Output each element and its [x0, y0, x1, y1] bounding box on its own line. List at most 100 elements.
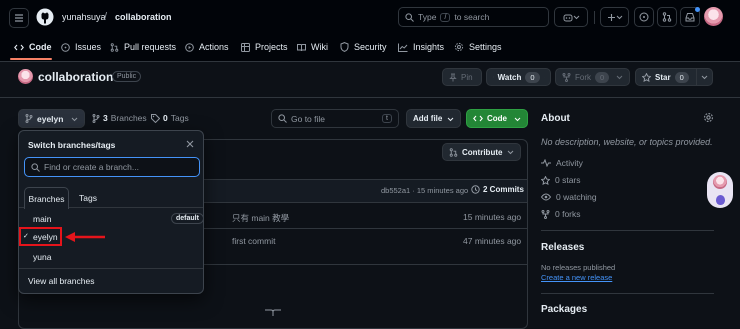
table-icon [241, 43, 250, 52]
sidebar-divider [541, 230, 714, 231]
search-icon [405, 13, 414, 22]
copilot-button[interactable] [554, 7, 588, 27]
chevron-down-icon [616, 74, 623, 80]
tab-tags[interactable]: Tags [79, 193, 97, 203]
tab-wiki[interactable]: Wiki [297, 38, 328, 56]
git-branch-icon [92, 114, 100, 123]
tab-security[interactable]: Security [340, 38, 387, 56]
repo-forked-icon [562, 73, 571, 82]
star-button[interactable]: Star 0 [635, 68, 713, 86]
add-file-label: Add file [413, 114, 442, 123]
pin-icon [449, 73, 457, 82]
header-divider [594, 11, 595, 24]
close-icon[interactable] [186, 140, 194, 148]
tab-branches-label: Branches [29, 194, 65, 204]
watch-button[interactable]: Watch 0 [486, 68, 551, 86]
notifications-button[interactable] [680, 7, 700, 27]
code-button[interactable]: Code [466, 109, 528, 128]
file-commit-age: 47 minutes ago [463, 236, 521, 246]
create-release-link[interactable]: Create a new release [541, 273, 612, 282]
tab-insights[interactable]: Insights [398, 38, 444, 56]
activity-link[interactable]: Activity [541, 158, 583, 168]
packages-heading[interactable]: Packages [541, 304, 587, 315]
stars-label: 0 stars [555, 175, 581, 185]
code-icon [473, 114, 483, 123]
pin-button[interactable]: Pin [442, 68, 482, 86]
view-all-branches-link[interactable]: View all branches [28, 276, 94, 286]
git-pull-request-icon [449, 148, 458, 157]
add-file-button[interactable]: Add file [406, 109, 461, 128]
git-pull-request-icon [662, 12, 672, 22]
fork-button[interactable]: Fork 0 [555, 68, 630, 86]
search-prefix: Type [418, 12, 436, 22]
tab-label: Security [354, 42, 387, 52]
dropdown-title: Switch branches/tags [28, 140, 115, 150]
book-icon [297, 43, 306, 52]
eye-icon [541, 193, 551, 201]
branch-name: eyelyn [37, 114, 63, 124]
forks-label: 0 forks [555, 209, 581, 219]
gear-icon [454, 42, 464, 52]
branch-filter-input[interactable]: Find or create a branch... [24, 157, 200, 177]
issues-button[interactable] [634, 7, 654, 27]
repo-title[interactable]: collaboration [38, 70, 113, 84]
floating-assistant-widget[interactable] [707, 172, 733, 208]
pull-requests-button[interactable] [657, 7, 677, 27]
tags-link[interactable]: 0 Tags [151, 113, 189, 123]
branches-label: Branches [111, 113, 147, 123]
tab-actions[interactable]: Actions [185, 38, 229, 56]
hamburger-icon [14, 13, 24, 23]
commit-hash-text: db552a1 [381, 186, 410, 195]
file-commit-message[interactable]: 只有 main 教學 [232, 212, 289, 224]
tab-pull-requests[interactable]: Pull requests [110, 38, 176, 56]
about-heading: About [541, 113, 570, 124]
tab-settings[interactable]: Settings [454, 38, 502, 56]
tab-label: Projects [255, 42, 288, 52]
active-tab-underline [10, 58, 52, 60]
tab-branches[interactable]: Branches [24, 187, 69, 209]
dropdown-divider [19, 268, 203, 269]
notification-dot [695, 7, 700, 12]
menu-button[interactable] [9, 8, 29, 28]
assistant-icon [716, 195, 725, 205]
file-commit-message[interactable]: first commit [232, 236, 275, 246]
gear-icon[interactable] [703, 112, 714, 123]
branch-filter-placeholder: Find or create a branch... [44, 162, 139, 172]
watching-link[interactable]: 0 watching [541, 192, 597, 202]
releases-heading[interactable]: Releases [541, 242, 584, 253]
code-button-label: Code [487, 114, 507, 123]
tab-label: Issues [75, 42, 101, 52]
watch-label: Watch [498, 73, 522, 82]
tab-issues[interactable]: Issues [61, 38, 101, 56]
star-dropdown[interactable] [696, 69, 712, 85]
stars-link[interactable]: 0 stars [541, 175, 581, 185]
issue-opened-icon [61, 43, 70, 52]
go-to-file-input[interactable]: Go to file t [271, 109, 399, 128]
forks-link[interactable]: 0 forks [541, 209, 581, 219]
github-logo-icon[interactable] [36, 8, 54, 26]
branch-item-yuna[interactable]: yuna [19, 248, 203, 266]
create-new-button[interactable] [600, 7, 629, 27]
tab-code[interactable]: Code [14, 38, 52, 56]
activity-label: Activity [556, 158, 583, 168]
search-key-hint: / [440, 13, 450, 22]
chevron-down-icon [447, 116, 454, 122]
branches-link[interactable]: 3 Branches [92, 113, 147, 123]
contribute-button[interactable]: Contribute [442, 143, 521, 161]
chevron-down-icon [71, 116, 78, 122]
tab-projects[interactable]: Projects [241, 38, 288, 56]
owner-link[interactable]: yunahsuya [62, 12, 106, 22]
repo-link[interactable]: collaboration [115, 12, 172, 22]
chevron-down-icon [507, 149, 514, 155]
user-avatar[interactable] [704, 7, 723, 26]
branch-item-label: main [33, 214, 51, 224]
tags-count: 0 [163, 113, 168, 123]
star-icon [642, 73, 651, 82]
chevron-down-icon [514, 116, 521, 122]
commit-hash[interactable]: db552a1 · 15 minutes ago [381, 186, 468, 195]
commits-link[interactable]: 2 Commits [471, 185, 524, 194]
chevron-down-icon [616, 14, 623, 20]
branch-selector[interactable]: eyelyn [18, 109, 85, 128]
git-branch-icon [25, 114, 33, 123]
search-input[interactable]: Type / to search [398, 7, 549, 27]
